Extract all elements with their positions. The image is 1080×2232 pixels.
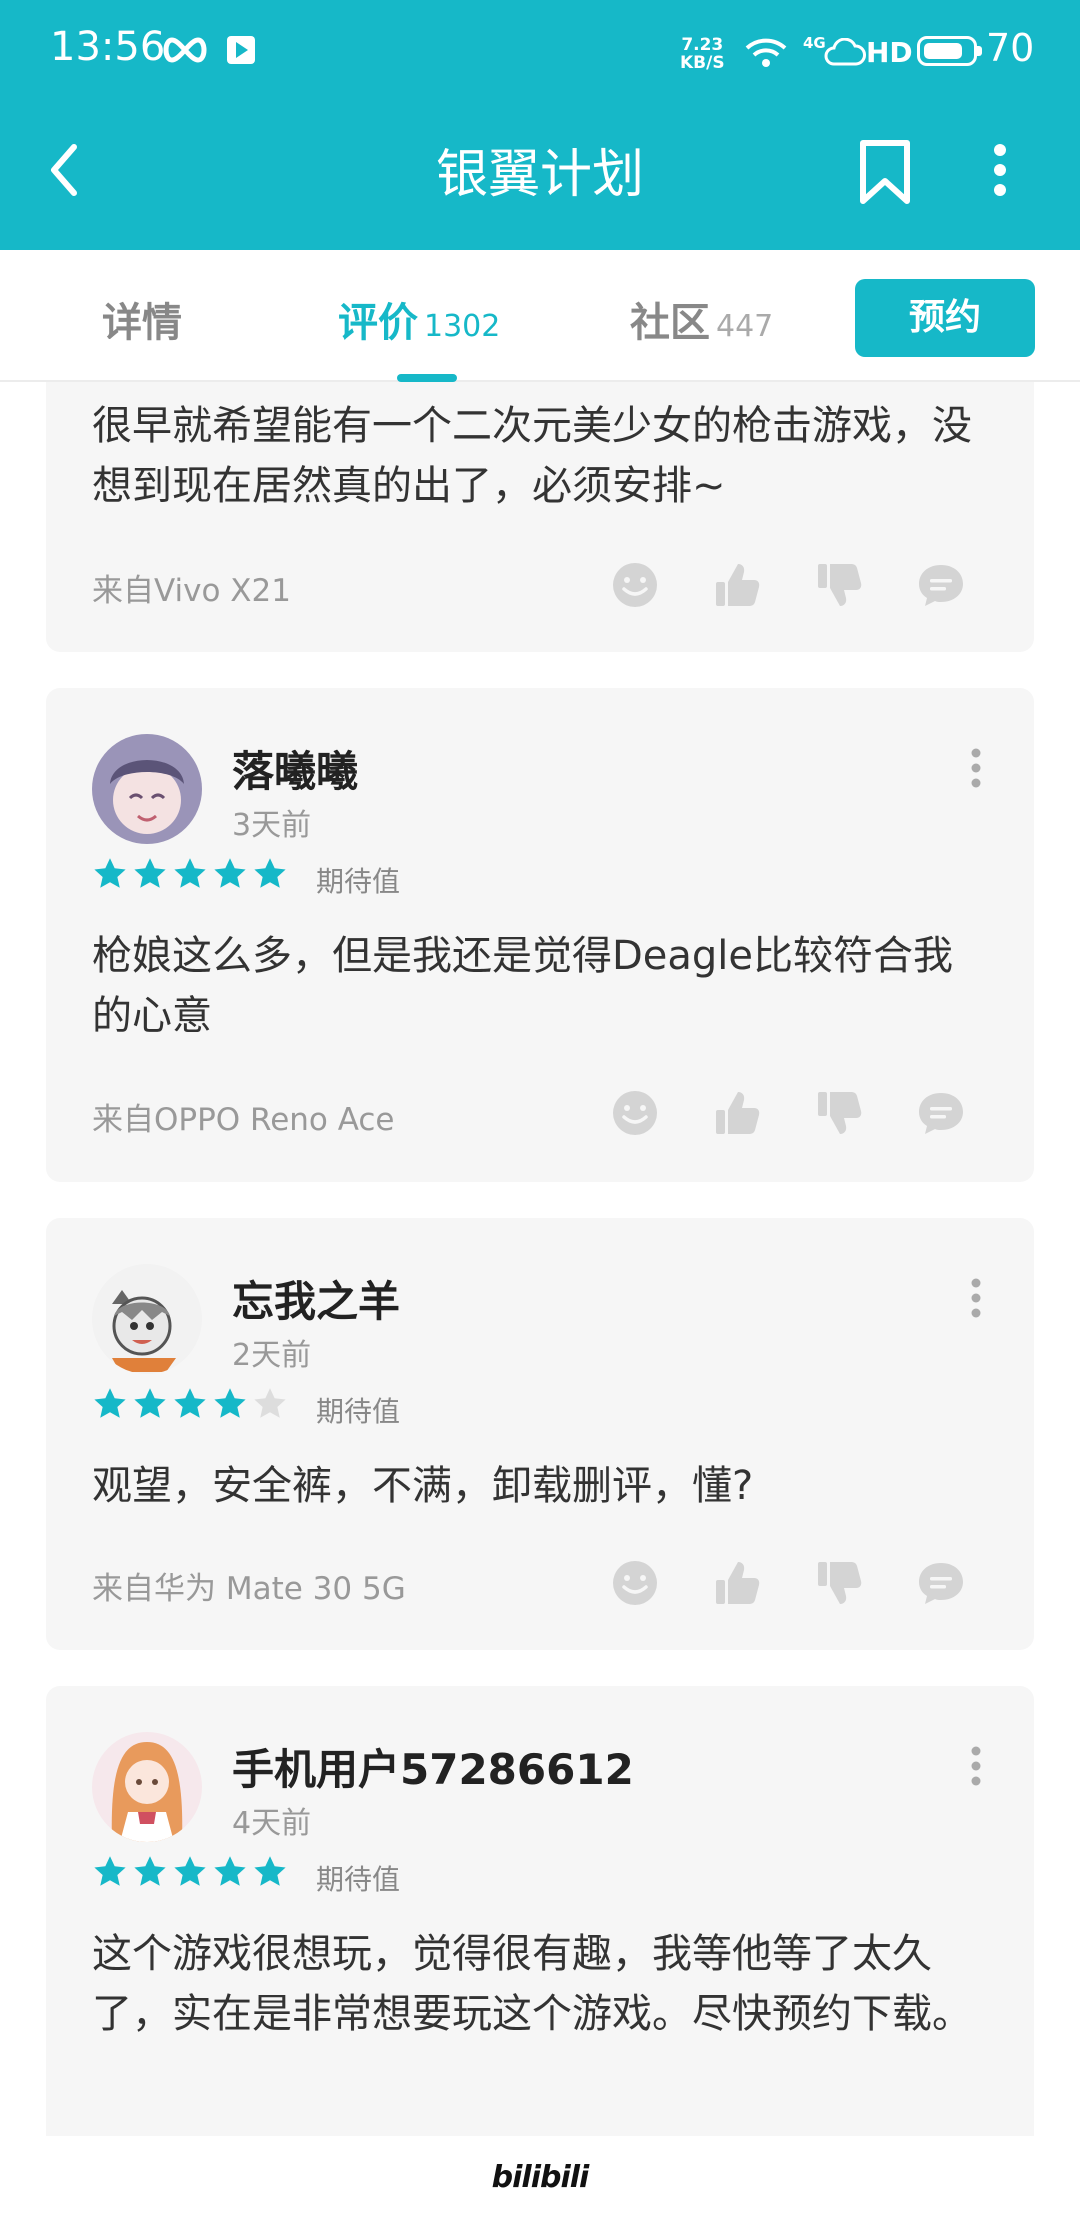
emoji-icon[interactable] bbox=[610, 1558, 660, 1608]
user-name[interactable]: 落曦曦 bbox=[232, 738, 358, 799]
emoji-icon[interactable] bbox=[610, 1088, 660, 1138]
tab-count: 447 bbox=[716, 309, 774, 344]
review-source: 来自OPPO Reno Ace bbox=[92, 1102, 395, 1138]
tab-community[interactable]: 社区 447 bbox=[630, 290, 773, 348]
play-store-icon bbox=[227, 36, 255, 64]
top-app-bar: 13:56 7.23 KB/S 4G HD 70 银翼计划 bbox=[0, 0, 1080, 250]
tab-label: 评价 bbox=[338, 300, 418, 346]
nav-bar: 银翼计划 bbox=[0, 110, 1080, 250]
more-vertical-icon[interactable] bbox=[980, 140, 1020, 200]
star-filled-icon bbox=[254, 1856, 286, 1886]
bottom-bar: bilibili bbox=[0, 2136, 1080, 2232]
emoji-icon[interactable] bbox=[610, 560, 660, 610]
review-time: 3天前 bbox=[232, 808, 312, 843]
comment-icon[interactable] bbox=[916, 1088, 966, 1138]
bilibili-watermark: bilibili bbox=[491, 2160, 590, 2195]
review-card: 手机用户57286612 4天前 期待值 这个游戏很想玩，觉得很有趣，我等他等了… bbox=[46, 1686, 1034, 2136]
thumbs-down-icon[interactable] bbox=[814, 1088, 864, 1138]
review-content: 这个游戏很想玩，觉得很有趣，我等他等了太久了，实在是非常想要玩这个游戏。尽快预约… bbox=[92, 1931, 972, 2037]
user-avatar[interactable] bbox=[92, 734, 202, 844]
thumbs-down-icon[interactable] bbox=[814, 560, 864, 610]
thumbs-up-icon[interactable] bbox=[712, 1088, 762, 1138]
battery-tip bbox=[977, 46, 982, 56]
star-filled-icon bbox=[94, 858, 126, 888]
user-avatar[interactable] bbox=[92, 1264, 202, 1374]
more-options-icon[interactable] bbox=[970, 1278, 982, 1318]
net-speed-value: 7.23 bbox=[681, 35, 724, 55]
tab-count: 1302 bbox=[424, 309, 501, 344]
rating-label: 期待值 bbox=[316, 1863, 401, 1896]
star-empty-icon bbox=[254, 1388, 286, 1418]
review-time: 2天前 bbox=[232, 1338, 312, 1373]
review-content: 枪娘这么多，但是我还是觉得Deagle比较符合我的心意 bbox=[92, 933, 954, 1039]
star-filled-icon bbox=[254, 858, 286, 888]
review-time: 4天前 bbox=[232, 1806, 312, 1841]
review-source: 来自Vivo X21 bbox=[92, 573, 291, 609]
thumbs-up-icon[interactable] bbox=[712, 1558, 762, 1608]
status-bar: 13:56 7.23 KB/S 4G HD 70 bbox=[0, 0, 1080, 110]
star-filled-icon bbox=[134, 1856, 166, 1886]
star-filled-icon bbox=[174, 858, 206, 888]
rating-stars bbox=[92, 1386, 292, 1422]
star-filled-icon bbox=[94, 1856, 126, 1886]
infinity-icon bbox=[163, 37, 207, 63]
review-card: 很早就希望能有一个二次元美少女的枪击游戏，没想到现在居然真的出了，必须安排~ 来… bbox=[46, 382, 1034, 652]
net-speed: 7.23 KB/S bbox=[680, 36, 725, 72]
comment-icon[interactable] bbox=[916, 1558, 966, 1608]
net-speed-unit: KB/S bbox=[680, 53, 725, 73]
rating-stars bbox=[92, 856, 292, 892]
tab-details[interactable]: 详情 bbox=[102, 290, 182, 348]
cloud-sync-icon bbox=[824, 38, 866, 66]
rating-stars bbox=[92, 1854, 292, 1890]
star-filled-icon bbox=[134, 1388, 166, 1418]
tab-reviews[interactable]: 评价 1302 bbox=[338, 290, 500, 348]
review-source: 来自华为 Mate 30 5G bbox=[92, 1571, 406, 1607]
user-name[interactable]: 忘我之羊 bbox=[232, 1268, 400, 1329]
user-name[interactable]: 手机用户57286612 bbox=[232, 1736, 634, 1797]
thumbs-down-icon[interactable] bbox=[814, 1558, 864, 1608]
tab-indicator bbox=[397, 374, 457, 382]
review-card: 落曦曦 3天前 期待值 枪娘这么多，但是我还是觉得Deagle比较符合我的心意 … bbox=[46, 688, 1034, 1182]
user-avatar[interactable] bbox=[92, 1732, 202, 1842]
comment-icon[interactable] bbox=[916, 560, 966, 610]
rating-label: 期待值 bbox=[316, 1395, 401, 1428]
wifi-icon bbox=[745, 38, 787, 67]
status-time: 13:56 bbox=[50, 24, 166, 70]
star-filled-icon bbox=[174, 1388, 206, 1418]
battery-level: 70 bbox=[986, 26, 1035, 70]
hd-indicator: HD bbox=[866, 36, 913, 69]
review-content: 很早就希望能有一个二次元美少女的枪击游戏，没想到现在居然真的出了，必须安排~ bbox=[92, 403, 972, 509]
reserve-button[interactable]: 预约 bbox=[855, 279, 1035, 357]
star-filled-icon bbox=[214, 1856, 246, 1886]
battery-icon bbox=[917, 36, 977, 66]
star-filled-icon bbox=[174, 1856, 206, 1886]
star-filled-icon bbox=[94, 1388, 126, 1418]
star-filled-icon bbox=[214, 1388, 246, 1418]
review-card: 忘我之羊 2天前 期待值 观望，安全裤，不满，卸载删评，懂? 来自华为 Mate… bbox=[46, 1218, 1034, 1650]
rating-label: 期待值 bbox=[316, 865, 401, 898]
page-title: 银翼计划 bbox=[435, 145, 644, 205]
star-filled-icon bbox=[134, 858, 166, 888]
tab-label: 社区 bbox=[630, 300, 710, 346]
network-type: 4G bbox=[803, 34, 826, 52]
bookmark-icon[interactable] bbox=[855, 137, 915, 207]
thumbs-up-icon[interactable] bbox=[712, 560, 762, 610]
tab-label: 详情 bbox=[102, 300, 182, 346]
star-filled-icon bbox=[214, 858, 246, 888]
more-options-icon[interactable] bbox=[970, 748, 982, 788]
review-content: 观望，安全裤，不满，卸载删评，懂? bbox=[92, 1463, 754, 1509]
more-options-icon[interactable] bbox=[970, 1746, 982, 1786]
